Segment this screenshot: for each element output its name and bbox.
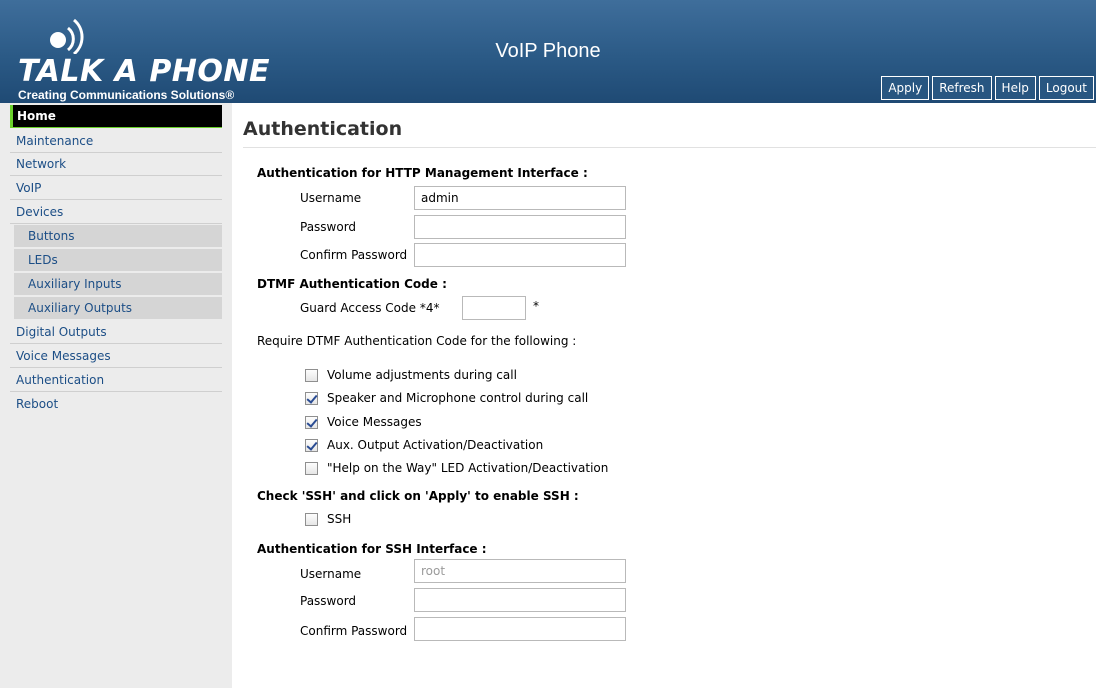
- sidebar-item-authentication[interactable]: Authentication: [10, 369, 222, 392]
- option-help-on-the-way-led: "Help on the Way" LED Activation/Deactiv…: [305, 461, 608, 475]
- sidebar-item-voip[interactable]: VoIP: [10, 177, 222, 200]
- help-button[interactable]: Help: [994, 76, 1036, 100]
- page-title: Authentication: [243, 118, 403, 140]
- header-button-group: Apply Refresh Help Logout: [881, 76, 1094, 100]
- ssh-confirm-password-input[interactable]: [414, 617, 626, 641]
- guard-access-code-label: Guard Access Code *4*: [300, 301, 440, 315]
- ssh-username-label: Username: [300, 567, 362, 581]
- http-confirm-password-input[interactable]: [414, 243, 626, 267]
- ssh-username-input[interactable]: [414, 559, 626, 583]
- help-on-the-way-led-label: "Help on the Way" LED Activation/Deactiv…: [327, 461, 609, 475]
- option-volume-adjustments: Volume adjustments during call: [305, 368, 517, 382]
- sidebar-nav: Home Maintenance Network VoIP Devices Bu…: [0, 103, 232, 688]
- logo-tagline: Creating Communications Solutions®: [18, 88, 235, 102]
- guard-access-code-suffix: *: [533, 299, 539, 313]
- voice-messages-checkbox[interactable]: [305, 415, 318, 429]
- require-dtmf-text: Require DTMF Authentication Code for the…: [257, 334, 577, 348]
- logout-button[interactable]: Logout: [1038, 76, 1094, 100]
- aux-output-checkbox[interactable]: [305, 438, 318, 452]
- sidebar-item-leds[interactable]: LEDs: [14, 249, 222, 272]
- sidebar-item-voice-messages[interactable]: Voice Messages: [10, 345, 222, 368]
- sidebar-item-auxiliary-outputs[interactable]: Auxiliary Outputs: [14, 297, 222, 320]
- option-aux-output: Aux. Output Activation/Deactivation: [305, 438, 543, 452]
- sidebar-item-auxiliary-inputs[interactable]: Auxiliary Inputs: [14, 273, 222, 296]
- sidebar-item-digital-outputs[interactable]: Digital Outputs: [10, 321, 222, 344]
- http-username-input[interactable]: [414, 186, 626, 210]
- title-divider: [243, 147, 1096, 148]
- aux-output-label: Aux. Output Activation/Deactivation: [327, 438, 544, 452]
- apply-button[interactable]: Apply: [881, 76, 930, 100]
- guard-access-code-input[interactable]: [462, 296, 526, 320]
- http-confirm-password-label: Confirm Password: [300, 248, 408, 262]
- sidebar-item-maintenance[interactable]: Maintenance: [10, 130, 222, 153]
- option-speaker-mic-control: Speaker and Microphone control during ca…: [305, 391, 588, 405]
- refresh-button[interactable]: Refresh: [932, 76, 992, 100]
- voice-messages-label: Voice Messages: [327, 415, 422, 429]
- http-auth-heading: Authentication for HTTP Management Inter…: [257, 166, 588, 180]
- speaker-mic-control-checkbox[interactable]: [305, 391, 318, 405]
- http-password-input[interactable]: [414, 215, 626, 239]
- ssh-checkbox-label: SSH: [327, 512, 352, 526]
- http-password-label: Password: [300, 220, 357, 234]
- speaker-mic-control-label: Speaker and Microphone control during ca…: [327, 391, 589, 405]
- ssh-confirm-password-label: Confirm Password: [300, 624, 408, 638]
- ssh-password-input[interactable]: [414, 588, 626, 612]
- sidebar-item-buttons[interactable]: Buttons: [14, 225, 222, 248]
- volume-adjustments-checkbox[interactable]: [305, 368, 318, 382]
- sidebar-item-network[interactable]: Network: [10, 153, 222, 176]
- help-on-the-way-led-checkbox[interactable]: [305, 461, 318, 475]
- sidebar-item-home[interactable]: Home: [10, 105, 222, 128]
- sidebar-item-devices[interactable]: Devices: [10, 201, 222, 224]
- http-username-label: Username: [300, 191, 362, 205]
- sidebar-item-reboot[interactable]: Reboot: [10, 393, 222, 416]
- ssh-auth-heading: Authentication for SSH Interface :: [257, 542, 487, 556]
- option-ssh: SSH: [305, 512, 351, 526]
- dtmf-auth-heading: DTMF Authentication Code :: [257, 277, 447, 291]
- page-header-title: VoIP Phone: [495, 40, 601, 62]
- ssh-checkbox[interactable]: [305, 512, 318, 526]
- ssh-password-label: Password: [300, 594, 357, 608]
- header-bar: TALK A PHONE Creating Communications Sol…: [0, 0, 1096, 103]
- option-voice-messages: Voice Messages: [305, 415, 422, 429]
- volume-adjustments-label: Volume adjustments during call: [327, 368, 517, 382]
- ssh-enable-heading: Check 'SSH' and click on 'Apply' to enab…: [257, 489, 579, 503]
